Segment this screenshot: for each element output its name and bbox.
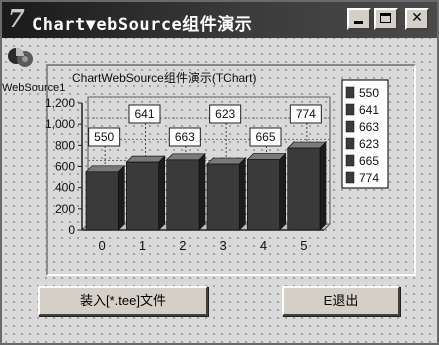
bar bbox=[166, 159, 200, 231]
legend-entry: 641 bbox=[359, 103, 379, 117]
y-tick-label: 1,000 bbox=[45, 117, 75, 131]
bar bbox=[206, 163, 240, 231]
legend-swatch bbox=[345, 120, 355, 133]
bar-side bbox=[279, 152, 286, 231]
x-tick-label: 4 bbox=[260, 238, 267, 253]
bar bbox=[247, 159, 280, 231]
bar bbox=[126, 161, 159, 231]
data-label: 774 bbox=[296, 107, 316, 121]
data-label: 550 bbox=[94, 130, 114, 144]
x-tick-label: 3 bbox=[220, 238, 227, 253]
legend-swatch bbox=[345, 171, 355, 184]
legend-swatch bbox=[345, 86, 355, 99]
chart-title: ChartWebSource组件演示(TChart) bbox=[72, 70, 257, 85]
y-tick-label: 0 bbox=[68, 223, 75, 237]
y-tick-label: 1,200 bbox=[45, 96, 75, 110]
bar-top bbox=[206, 157, 247, 165]
data-label: 641 bbox=[134, 107, 154, 121]
x-tick-label: 5 bbox=[300, 238, 307, 253]
exit-button[interactable]: E退出 bbox=[282, 286, 400, 316]
load-tee-file-button[interactable]: 装入[*.tee]文件 bbox=[38, 286, 208, 316]
data-label: 623 bbox=[215, 107, 235, 121]
bar bbox=[85, 171, 119, 231]
bar-side bbox=[117, 164, 125, 231]
legend-swatch bbox=[345, 154, 355, 167]
y-tick-label: 400 bbox=[55, 181, 75, 195]
bar-side bbox=[238, 157, 246, 231]
bar-top bbox=[286, 141, 327, 149]
bar-top bbox=[165, 153, 206, 161]
legend-entry: 665 bbox=[359, 154, 379, 168]
legend-entry: 663 bbox=[359, 120, 379, 134]
bar-top bbox=[125, 155, 166, 163]
bar-side bbox=[158, 155, 165, 231]
legend-swatch bbox=[345, 103, 355, 116]
y-tick-label: 800 bbox=[55, 138, 75, 152]
main-window: 7 Chart▼ebSource组件演示 ✕ 550 641 663 623 665 77… bbox=[0, 0, 439, 345]
legend-entry: 623 bbox=[359, 137, 379, 151]
bar-side bbox=[319, 141, 327, 231]
x-tick-label: 0 bbox=[99, 238, 106, 253]
legend-swatch bbox=[345, 137, 355, 150]
x-tick-label: 2 bbox=[179, 238, 186, 253]
data-label: 663 bbox=[175, 130, 195, 144]
component-label: WebSource1 bbox=[2, 82, 66, 94]
bar-top bbox=[246, 153, 287, 160]
y-tick-label: 600 bbox=[55, 160, 75, 174]
bar bbox=[287, 147, 321, 231]
bar-side bbox=[198, 152, 206, 231]
bar-top bbox=[85, 165, 126, 173]
y-tick-label: 200 bbox=[55, 202, 75, 216]
legend-entry: 550 bbox=[359, 86, 379, 100]
data-label: 665 bbox=[255, 130, 275, 144]
legend-entry: 774 bbox=[359, 171, 379, 185]
x-tick-label: 1 bbox=[139, 238, 146, 253]
